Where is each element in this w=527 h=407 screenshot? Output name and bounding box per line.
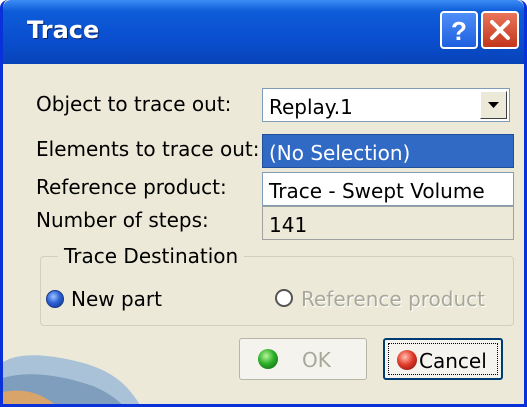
dropdown-button[interactable] (480, 91, 507, 119)
elements-label: Elements to trace out: (36, 137, 260, 161)
group-legend: Trace Destination (58, 244, 245, 268)
chevron-down-icon (488, 102, 499, 108)
reference-value: Trace - Swept Volume (269, 179, 485, 203)
elements-value: (No Selection) (269, 141, 411, 165)
elements-field[interactable]: (No Selection) (262, 134, 514, 168)
dialog-title: Trace (27, 16, 100, 44)
reference-product-label: Reference product (301, 287, 485, 311)
cancel-icon (397, 350, 417, 370)
trace-dialog: Trace ? Object to trace out: Replay.1 El… (0, 0, 527, 407)
steps-value: 141 (269, 213, 308, 237)
close-button[interactable] (481, 11, 519, 49)
ok-icon (258, 349, 278, 369)
object-label: Object to trace out: (36, 92, 232, 116)
svg-text:?: ? (451, 16, 467, 46)
reference-label: Reference product: (36, 175, 227, 199)
title-bar[interactable]: Trace ? (3, 0, 524, 64)
object-combo[interactable]: Replay.1 (262, 88, 510, 122)
decorative-swirl-graphic (3, 355, 140, 404)
ok-label: OK (302, 348, 331, 372)
object-value: Replay.1 (269, 95, 353, 119)
steps-label: Number of steps: (36, 208, 209, 232)
help-icon: ? (451, 16, 467, 46)
reference-product-radio (275, 289, 293, 307)
steps-field: 141 (262, 206, 514, 240)
cancel-button[interactable]: Cancel (383, 338, 503, 380)
close-icon (490, 20, 510, 40)
reference-field[interactable]: Trace - Swept Volume (262, 172, 514, 206)
help-button[interactable]: ? (440, 11, 478, 49)
ok-button[interactable]: OK (239, 338, 367, 380)
cancel-label: Cancel (419, 349, 487, 373)
